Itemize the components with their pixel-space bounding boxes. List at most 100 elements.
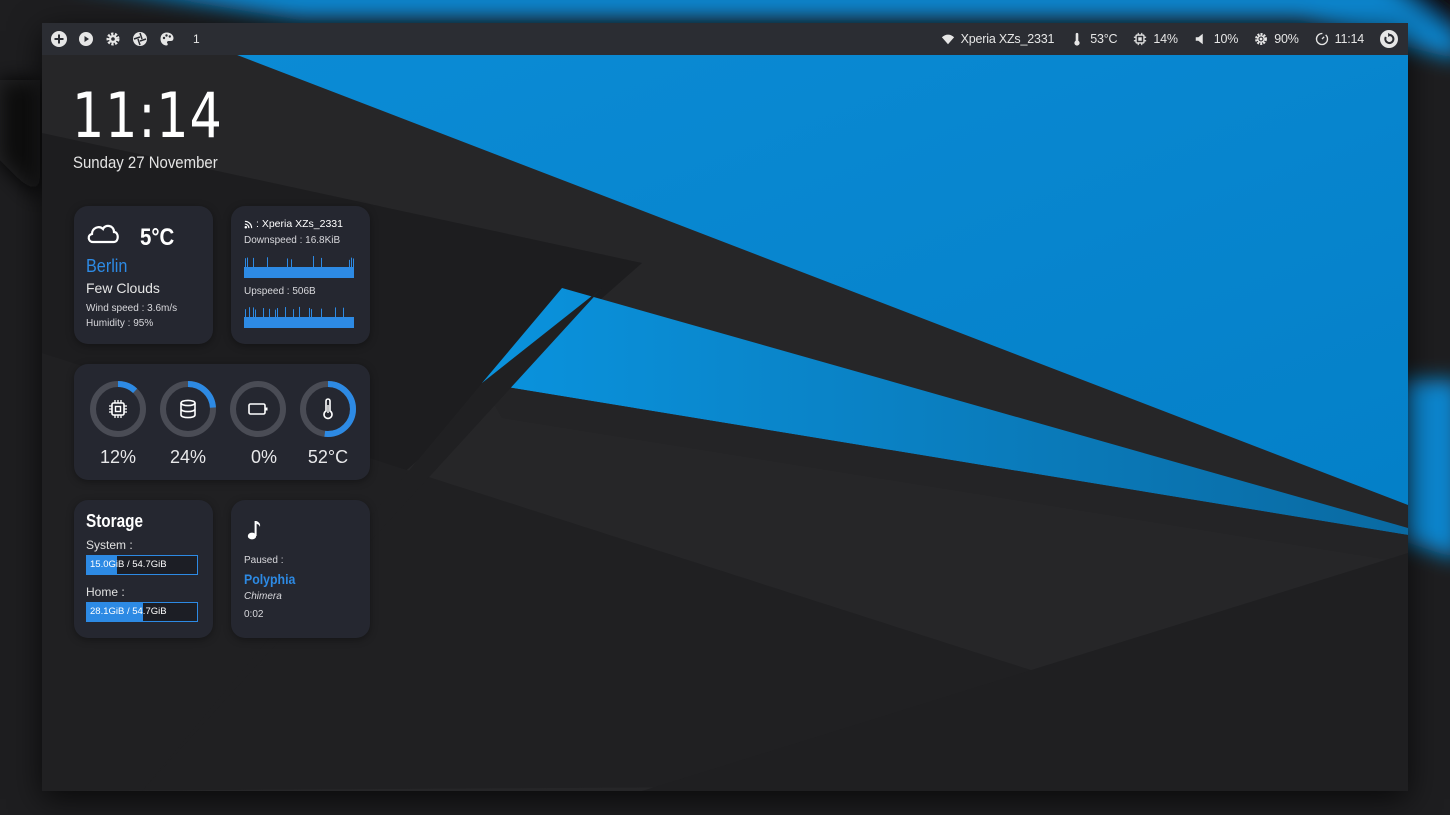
- graph-spike: [309, 272, 310, 278]
- home-storage-label: Home :: [86, 585, 125, 599]
- weather-city: Berlin: [86, 256, 128, 276]
- weather-widget: 5°C Berlin Few Clouds Wind speed : 3.6m/…: [74, 206, 213, 344]
- graph-spike: [255, 274, 256, 278]
- graph-spike: [353, 258, 354, 278]
- graph-spike: [245, 309, 246, 328]
- graph-spike: [267, 257, 268, 278]
- temperature-status[interactable]: 53°C: [1070, 32, 1118, 46]
- downspeed-graph: [244, 256, 354, 278]
- graph-spike: [319, 319, 320, 328]
- graph-spike: [327, 272, 328, 278]
- graph-spike: [271, 274, 272, 278]
- thermometer-icon: [1074, 32, 1080, 46]
- clock-label: 11:14: [1334, 32, 1365, 46]
- graph-spike: [257, 321, 258, 328]
- graph-spike: [349, 259, 350, 278]
- graph-spike: [253, 307, 254, 328]
- graph-spike: [315, 273, 316, 278]
- graph-spike: [251, 272, 252, 278]
- network-title: : Xperia XZs_2331: [244, 218, 343, 230]
- music-album: Chimera: [244, 591, 282, 602]
- graph-spike: [269, 272, 270, 278]
- graph-spike: [267, 325, 268, 328]
- graph-spike: [271, 323, 272, 328]
- volume-status[interactable]: 10%: [1194, 32, 1238, 46]
- graph-spike: [345, 274, 346, 278]
- disk-gauge-value: 24%: [169, 447, 207, 467]
- weather-humidity: Humidity : 95%: [86, 318, 154, 329]
- graph-spike: [309, 307, 310, 328]
- thermometer-icon: [323, 398, 333, 420]
- graph-spike: [325, 272, 326, 278]
- weather-description: Few Clouds: [86, 280, 160, 296]
- graph-spike: [253, 257, 254, 278]
- network-downspeed: Downspeed : 16.8KiB: [244, 235, 341, 246]
- graph-spike: [325, 325, 326, 328]
- graph-spike: [305, 324, 306, 328]
- graph-spike: [255, 309, 256, 328]
- cpu-icon: [1134, 32, 1147, 46]
- graph-spike: [301, 325, 302, 328]
- music-time: 0:02: [244, 609, 264, 620]
- graph-spike: [347, 319, 348, 328]
- graph-spike: [341, 270, 342, 278]
- graph-spike: [275, 309, 276, 328]
- graph-spike: [313, 256, 314, 278]
- graph-spike: [289, 325, 290, 328]
- graph-spike: [311, 275, 312, 278]
- graph-spike: [303, 271, 304, 278]
- upspeed-graph: [244, 306, 354, 328]
- desktop-date: Sunday 27 November: [73, 153, 218, 172]
- graph-spike: [287, 322, 288, 328]
- graph-spike: [307, 274, 308, 278]
- battery-gauge-value: 0%: [250, 447, 277, 467]
- top-panel: 1 Xperia XZs_2331 53°C 14% 10% 90% 11:14: [42, 23, 1408, 55]
- graph-spike: [327, 321, 328, 328]
- graph-spike: [261, 325, 262, 328]
- wifi-status[interactable]: Xperia XZs_2331: [941, 32, 1054, 46]
- graph-spike: [301, 270, 302, 278]
- system-storage-label: System :: [86, 538, 133, 552]
- weather-wind-speed: Wind speed : 3.6m/s: [86, 303, 178, 314]
- add-icon[interactable]: [50, 30, 68, 48]
- graph-spike: [247, 319, 248, 328]
- aperture-icon[interactable]: [131, 30, 149, 48]
- graph-spike: [347, 270, 348, 278]
- brightness-status[interactable]: 90%: [1254, 32, 1299, 46]
- graph-spike: [331, 321, 332, 328]
- system-storage-bar: 15.0GiB / 54.7GiB: [86, 555, 198, 575]
- graph-spike: [321, 308, 322, 328]
- graph-spike: [353, 320, 354, 328]
- graph-spike: [329, 272, 330, 278]
- music-note-icon[interactable]: [246, 519, 262, 541]
- graph-spike: [337, 320, 338, 328]
- graph-spike: [289, 274, 290, 278]
- graph-spike: [269, 308, 270, 328]
- graph-spike: [245, 258, 246, 278]
- system-storage-text: 15.0GiB / 54.7GiB: [90, 559, 167, 570]
- weather-temperature: 5°C: [140, 224, 175, 251]
- graph-spike: [263, 274, 264, 278]
- graph-spike: [313, 323, 314, 328]
- play-icon[interactable]: [77, 30, 95, 48]
- temperature-gauge: [298, 379, 358, 439]
- cpu-icon: [109, 400, 127, 418]
- battery-gauge: [228, 379, 288, 439]
- network-widget: : Xperia XZs_2331 Downspeed : 16.8KiB Up…: [231, 206, 370, 344]
- graph-spike: [341, 323, 342, 328]
- graph-spike: [283, 273, 284, 278]
- graph-spike: [297, 323, 298, 328]
- graph-spike: [249, 307, 250, 328]
- workspace-indicator[interactable]: 1: [193, 32, 200, 46]
- graph-spike: [285, 307, 286, 328]
- settings-icon[interactable]: [104, 30, 122, 48]
- graph-spike: [321, 257, 322, 278]
- home-storage-text: 28.1GiB / 54.7GiB: [90, 606, 167, 617]
- cpu-gauge-value: 12%: [99, 447, 137, 467]
- power-button[interactable]: [1380, 30, 1398, 48]
- home-storage-bar: 28.1GiB / 54.7GiB: [86, 602, 198, 622]
- clock-status[interactable]: 11:14: [1315, 32, 1364, 46]
- palette-icon[interactable]: [158, 30, 176, 48]
- graph-spike: [257, 273, 258, 278]
- cpu-status[interactable]: 14%: [1133, 32, 1178, 46]
